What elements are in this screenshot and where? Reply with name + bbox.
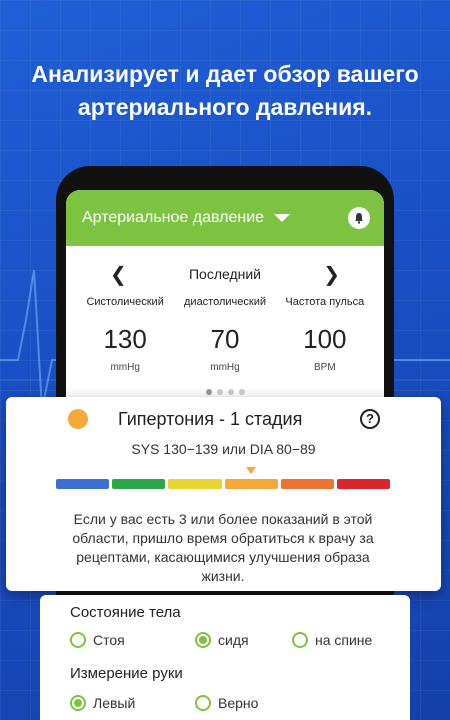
- metrics-row: Систолический 130 mmHg диастолический 70…: [66, 296, 384, 373]
- metric-unit: mmHg: [210, 362, 240, 373]
- radio-right-arm[interactable]: Верно: [195, 695, 258, 711]
- metric-pulse: Частота пульса 100 BPM: [276, 296, 374, 373]
- stage-range: SYS 130−139 или DIA 80−89: [131, 441, 316, 457]
- radio-circle-icon[interactable]: [70, 695, 86, 711]
- metric-diastolic: диастолический 70 mmHg: [176, 296, 274, 373]
- stage-description: Если у вас есть 3 или более показаний в …: [72, 511, 374, 584]
- stage-color-dot: [68, 409, 88, 429]
- radio-left-arm[interactable]: Левый: [70, 695, 135, 711]
- stage-title: Гипертония - 1 стадия: [118, 409, 303, 429]
- scale-segment: [168, 479, 222, 489]
- period-selector: ❮ Последний ❯: [66, 252, 384, 296]
- chevron-right-icon[interactable]: ❯: [323, 262, 340, 287]
- scale-segment: [224, 479, 278, 489]
- metric-label: Систолический: [86, 296, 164, 308]
- radio-sitting[interactable]: сидя: [195, 632, 249, 648]
- chevron-left-icon[interactable]: ❮: [110, 262, 127, 287]
- radio-label: Левый: [93, 695, 136, 711]
- period-label: Последний: [188, 266, 262, 282]
- headline-line-2: артериального давления.: [77, 94, 373, 120]
- scale-segment: [336, 479, 391, 489]
- scale-segment: [280, 479, 334, 489]
- app-bar: Артериальное давление: [66, 190, 384, 246]
- scale-segment: [56, 479, 110, 489]
- caret-down-icon[interactable]: [274, 214, 291, 222]
- stage-info-card: Гипертония - 1 стадия ? SYS 130−139 или …: [6, 397, 441, 591]
- bell-icon[interactable]: [348, 207, 370, 229]
- page-indicator[interactable]: [66, 389, 384, 395]
- page-dot[interactable]: [238, 389, 245, 395]
- app-title[interactable]: Артериальное давление: [82, 209, 264, 227]
- metric-value: 100: [303, 324, 347, 354]
- radio-standing[interactable]: Стоя: [70, 632, 125, 648]
- radio-lying[interactable]: на спине: [292, 632, 372, 648]
- scale-marker-icon: [246, 467, 257, 474]
- radio-circle-icon[interactable]: [70, 632, 86, 648]
- headline-line-1: Анализирует и дает обзор вашего: [31, 61, 419, 87]
- radio-circle-icon[interactable]: [195, 632, 211, 648]
- page-dot[interactable]: [216, 389, 223, 395]
- metric-label: диастолический: [184, 296, 266, 308]
- metric-unit: BPM: [313, 362, 336, 373]
- metric-unit: mmHg: [110, 362, 140, 373]
- arm-title: Измерение руки: [70, 665, 183, 682]
- measurement-options-card: Состояние тела Стоя сидя на спине Измере…: [40, 595, 410, 720]
- radio-circle-icon[interactable]: [195, 695, 211, 711]
- body-state-title: Состояние тела: [70, 604, 181, 621]
- radio-label: сидя: [218, 632, 249, 648]
- metric-label: Частота пульса: [285, 296, 365, 308]
- radio-label: Верно: [218, 695, 259, 711]
- help-icon[interactable]: ?: [360, 409, 380, 429]
- severity-scale: [56, 479, 391, 489]
- radio-label: Стоя: [93, 632, 125, 648]
- metric-value: 130: [103, 324, 147, 354]
- page-dot[interactable]: [227, 389, 234, 395]
- metric-value: 70: [210, 324, 240, 354]
- scale-segment: [112, 479, 166, 489]
- promo-headline: Анализирует и дает обзор вашего артериал…: [0, 58, 450, 124]
- radio-label: на спине: [315, 632, 373, 648]
- radio-circle-icon[interactable]: [292, 632, 308, 648]
- metric-systolic: Систолический 130 mmHg: [76, 296, 174, 373]
- app-screen: Артериальное давление ❮ Последний ❯ Сист…: [66, 190, 384, 410]
- page-dot[interactable]: [205, 389, 212, 395]
